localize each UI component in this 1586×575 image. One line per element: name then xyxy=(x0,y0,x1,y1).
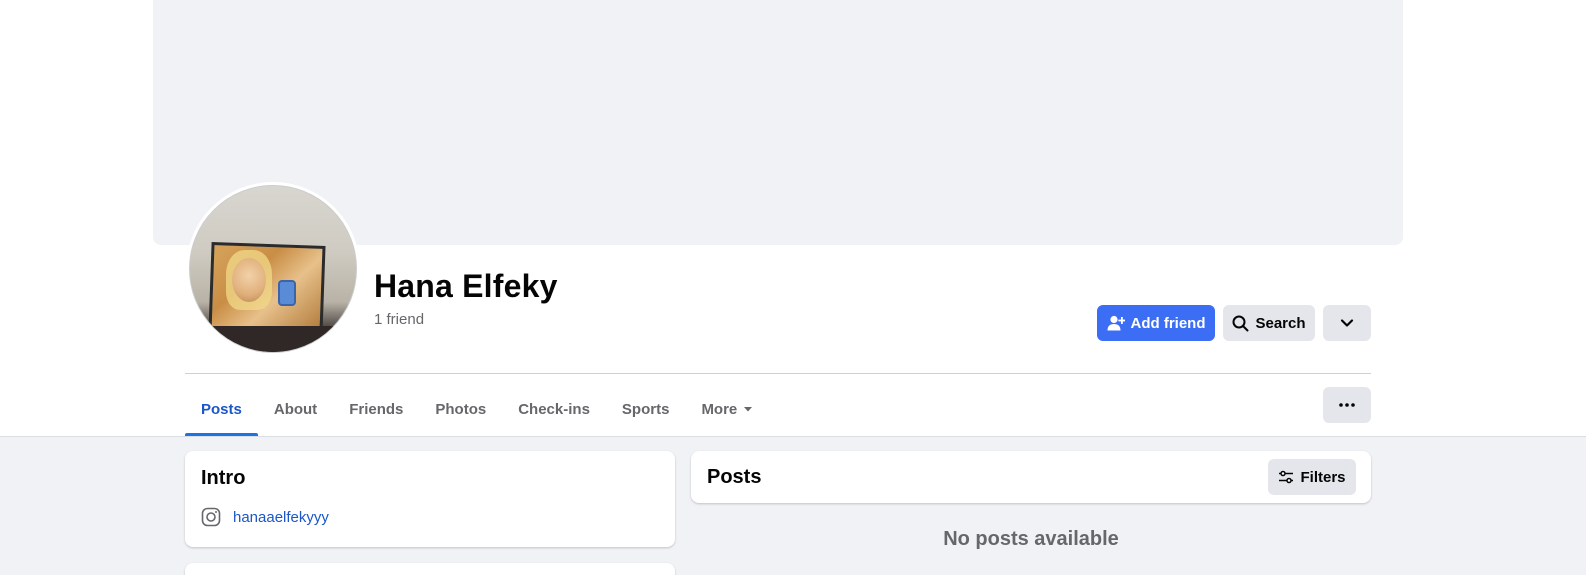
profile-options-dropdown[interactable] xyxy=(1323,305,1371,341)
tab-about[interactable]: About xyxy=(258,383,333,435)
tab-more[interactable]: More xyxy=(685,383,769,435)
filters-button[interactable]: Filters xyxy=(1268,459,1356,495)
chevron-down-icon xyxy=(1340,318,1354,328)
no-posts-message: No posts available xyxy=(943,528,1119,550)
ellipsis-icon xyxy=(1339,403,1355,407)
posts-title: Posts xyxy=(707,466,762,488)
intro-title: Intro xyxy=(201,467,246,489)
tab-posts[interactable]: Posts xyxy=(185,383,258,436)
instagram-icon xyxy=(201,507,221,527)
search-icon xyxy=(1232,315,1249,332)
more-options-button[interactable] xyxy=(1323,387,1371,423)
add-friend-button[interactable]: Add friend xyxy=(1097,305,1215,341)
profile-picture[interactable] xyxy=(186,182,360,356)
friend-count[interactable]: 1 friend xyxy=(374,311,424,328)
profile-picture-image xyxy=(189,185,357,353)
posts-header-card: Posts Filters xyxy=(691,451,1371,503)
instagram-link[interactable]: hanaaelfekyyy xyxy=(233,509,329,526)
filters-label: Filters xyxy=(1300,468,1346,486)
profile-tabs: Posts About Friends Photos Check-ins Spo… xyxy=(185,383,769,436)
search-button[interactable]: Search xyxy=(1223,305,1315,341)
filters-icon xyxy=(1278,470,1294,484)
tab-sports[interactable]: Sports xyxy=(606,383,686,435)
instagram-link-row: hanaaelfekyyy xyxy=(201,507,329,527)
add-friend-label: Add friend xyxy=(1130,314,1206,332)
tab-friends[interactable]: Friends xyxy=(333,383,419,435)
search-label: Search xyxy=(1255,314,1306,332)
tab-more-label: More xyxy=(701,400,738,418)
tab-check-ins[interactable]: Check-ins xyxy=(502,383,606,435)
intro-card: Intro hanaaelfekyyy xyxy=(185,451,675,547)
profile-header: Hana Elfeky 1 friend Add friend Search P… xyxy=(0,0,1586,436)
cover-photo[interactable] xyxy=(153,0,1403,245)
caret-down-icon xyxy=(743,406,753,412)
add-friend-icon xyxy=(1107,315,1125,331)
profile-name: Hana Elfeky xyxy=(374,268,558,304)
tab-photos[interactable]: Photos xyxy=(419,383,502,435)
secondary-card xyxy=(185,563,675,575)
header-divider xyxy=(185,373,1371,374)
